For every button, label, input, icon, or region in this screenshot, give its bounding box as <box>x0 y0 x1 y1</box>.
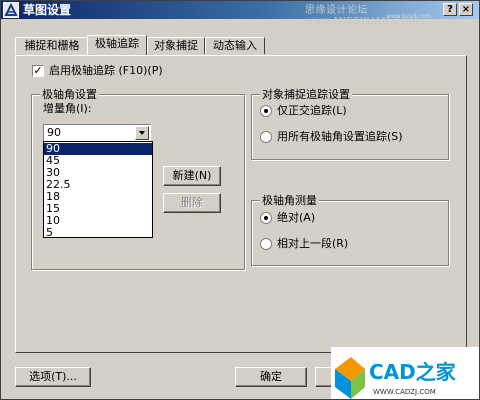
orthogonal-tracking-radio[interactable] <box>260 105 272 117</box>
logo-text: CAD之家 <box>369 360 457 384</box>
all-polar-tracking-label[interactable]: 用所有极轴角设置追踪(S) <box>277 130 403 144</box>
absolute-label[interactable]: 绝对(A) <box>277 211 315 225</box>
tab-dynamic-input[interactable]: 动态输入 <box>205 37 265 54</box>
autocad-app-icon[interactable] <box>3 2 19 18</box>
dropdown-option[interactable]: 45 <box>44 155 152 167</box>
tab-object-snap[interactable]: 对象捕捉 <box>147 37 205 54</box>
new-angle-button[interactable]: 新建(N) <box>163 166 221 186</box>
tab-polar-tracking[interactable]: 极轴追踪 <box>87 35 147 55</box>
sketch-settings-dialog: 草图设置 思缘设计论坛 www.MISSYUAN.COM www.hxsd.co… <box>0 0 480 400</box>
dropdown-option[interactable]: 10 <box>44 215 152 227</box>
all-polar-tracking-radio[interactable] <box>260 131 272 143</box>
relative-last-segment-label[interactable]: 相对上一段(R) <box>277 237 348 251</box>
options-button[interactable]: 选项(T)... <box>15 367 91 387</box>
angle-measurement-title: 极轴角测量 <box>260 194 319 207</box>
tab-snap-grid[interactable]: 捕捉和栅格 <box>15 37 89 54</box>
window-title: 草图设置 <box>23 3 72 17</box>
dropdown-option[interactable]: 15 <box>44 203 152 215</box>
orthogonal-tracking-label[interactable]: 仅正交追踪(L) <box>277 104 347 118</box>
increment-angle-dropdown[interactable]: 90 45 30 22.5 18 15 10 5 <box>43 141 153 239</box>
enable-polar-label[interactable]: 启用极轴追踪 (F10)(P) <box>49 64 163 78</box>
dropdown-option[interactable]: 22.5 <box>44 179 152 191</box>
snap-tracking-title: 对象捕捉追踪设置 <box>260 88 352 101</box>
title-bar[interactable]: 草图设置 思缘设计论坛 www.MISSYUAN.COM www.hxsd.co… <box>1 1 479 27</box>
close-button[interactable]: × <box>459 3 473 16</box>
help-button[interactable]: ? <box>443 3 457 16</box>
dropdown-option[interactable]: 90 <box>44 143 152 155</box>
enable-polar-checkbox[interactable]: ✓ <box>32 65 44 77</box>
cadzj-logo: CAD之家 WWW.CADZJ.COM <box>331 347 479 399</box>
increment-angle-combo[interactable]: 90 <box>43 124 151 142</box>
dropdown-option[interactable]: 5 <box>44 227 152 239</box>
angle-measurement-group: 极轴角测量 <box>251 194 449 266</box>
watermark-subtext: www.hxsd.com <box>386 13 432 20</box>
ok-button[interactable]: 确定 <box>235 367 307 387</box>
angle-settings-title: 极轴角设置 <box>40 88 99 101</box>
logo-url: WWW.CADZJ.COM <box>373 388 436 396</box>
increment-angle-label: 增量角(I): <box>43 102 92 115</box>
chevron-down-icon[interactable] <box>135 126 149 140</box>
increment-angle-value: 90 <box>47 126 61 139</box>
delete-angle-button[interactable]: 删除 <box>163 193 221 213</box>
absolute-radio[interactable] <box>260 212 272 224</box>
relative-last-segment-radio[interactable] <box>260 238 272 250</box>
dropdown-option[interactable]: 18 <box>44 191 152 203</box>
